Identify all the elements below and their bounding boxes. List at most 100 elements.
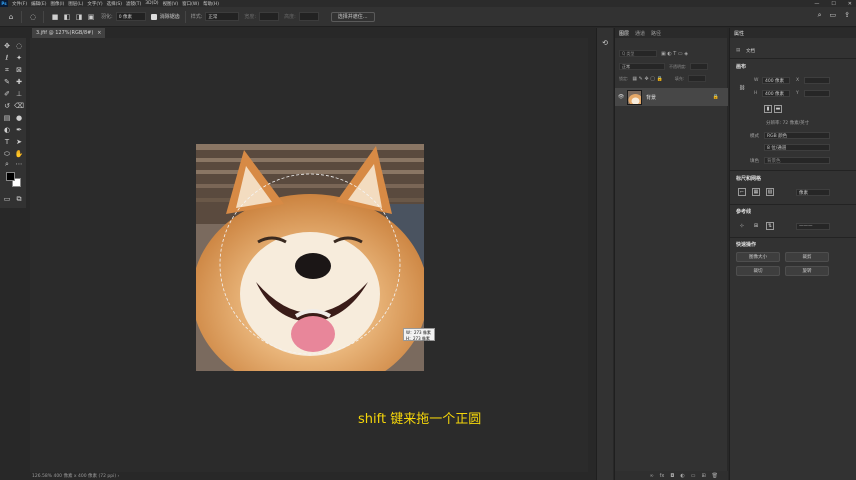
workspace-icon[interactable]: ▭ xyxy=(830,11,837,20)
menu-edit[interactable]: 编辑(E) xyxy=(31,1,46,7)
feather-input[interactable]: 0 像素 xyxy=(115,12,146,21)
image-size-button[interactable]: 图像大小 xyxy=(736,252,780,262)
menu-3d[interactable]: 3D(D) xyxy=(145,1,158,6)
ruler-icon[interactable]: ⌐ xyxy=(738,188,746,196)
tab-channels[interactable]: 通道 xyxy=(635,30,645,37)
menu-layer[interactable]: 图层(L) xyxy=(68,1,83,7)
healing-brush-tool-icon[interactable]: ✚ xyxy=(14,77,24,87)
canvas-width-input[interactable]: 400 像素 xyxy=(762,77,790,84)
smart-guides-icon[interactable]: ⇅ xyxy=(766,222,774,230)
fill-select[interactable]: 背景色 xyxy=(764,157,830,164)
guide-style-select[interactable]: ——— xyxy=(796,223,830,230)
ellipse-tool-icon[interactable]: ⬭ xyxy=(2,149,12,159)
blur-tool-icon[interactable]: ● xyxy=(14,113,24,123)
close-tab-icon[interactable]: × xyxy=(97,30,101,36)
maximize-button[interactable]: ☐ xyxy=(831,1,835,7)
new-layer-icon[interactable]: ⊞ xyxy=(701,473,705,479)
close-window-button[interactable]: ✕ xyxy=(848,1,852,7)
document-image[interactable] xyxy=(196,144,424,371)
new-group-icon[interactable]: ▭ xyxy=(691,473,696,479)
menu-file[interactable]: 文件(F) xyxy=(12,1,27,7)
y-input[interactable] xyxy=(804,90,830,97)
menu-select[interactable]: 选择(S) xyxy=(107,1,122,7)
dodge-tool-icon[interactable]: ◐ xyxy=(2,125,12,135)
add-to-selection-icon[interactable]: ◧ xyxy=(62,12,72,22)
quick-mask-icon[interactable]: ▭ xyxy=(2,194,12,204)
history-brush-tool-icon[interactable]: ↺ xyxy=(2,101,12,111)
style-select[interactable]: 正常 xyxy=(205,12,240,21)
screen-mode-icon[interactable]: ⧉ xyxy=(14,194,24,204)
quick-actions-section-title[interactable]: 快速操作 xyxy=(736,241,756,248)
magic-wand-tool-icon[interactable]: ✦ xyxy=(14,53,24,63)
crop-button[interactable]: 裁剪 xyxy=(785,252,829,262)
elliptical-marquee-tool-icon[interactable]: ◌ xyxy=(28,12,38,22)
select-and-mask-button[interactable]: 选择并遮住... xyxy=(330,11,375,22)
menu-view[interactable]: 视图(V) xyxy=(163,1,179,7)
fill-input[interactable] xyxy=(688,75,707,82)
marquee-tool-icon[interactable]: ◌ xyxy=(14,41,24,51)
fx-icon[interactable]: fx xyxy=(660,473,665,479)
delete-layer-icon[interactable]: 🗑 xyxy=(712,473,718,479)
more-tools-icon[interactable]: ⋯ xyxy=(14,159,24,169)
height-input[interactable] xyxy=(298,12,319,21)
path-selection-tool-icon[interactable]: ➤ xyxy=(14,137,24,147)
home-icon[interactable]: ⌂ xyxy=(6,12,16,22)
color-mode-select[interactable]: RGB 颜色 xyxy=(764,132,830,139)
rulers-grid-section-title[interactable]: 标尺和网格 xyxy=(736,175,761,182)
brush-tool-icon[interactable]: ✐ xyxy=(2,89,12,99)
width-input[interactable] xyxy=(259,12,280,21)
canvas-section-title[interactable]: 画布 xyxy=(736,63,746,70)
crop-tool-icon[interactable]: ⌗ xyxy=(2,65,12,75)
minimize-button[interactable]: — xyxy=(814,1,819,7)
guide-layout-icon[interactable]: ⊹ xyxy=(738,222,746,230)
share-icon[interactable]: ⇪ xyxy=(844,11,850,20)
trim-button[interactable]: 裁切 xyxy=(736,266,780,276)
link-dimensions-icon[interactable]: ⛓ xyxy=(738,84,746,92)
add-mask-icon[interactable]: ◘ xyxy=(670,473,674,479)
eraser-tool-icon[interactable]: ⌫ xyxy=(14,101,24,111)
x-input[interactable] xyxy=(804,77,830,84)
blend-mode-select[interactable]: 正常 xyxy=(619,63,665,70)
menu-help[interactable]: 帮助(H) xyxy=(203,1,219,7)
filter-icons[interactable]: ▣ ◐ T ▭ ◈ xyxy=(661,51,688,57)
adjustment-layer-icon[interactable]: ◐ xyxy=(680,473,684,479)
bit-depth-select[interactable]: 8 位/通道 xyxy=(764,144,830,151)
ruler-units-select[interactable]: 像素 xyxy=(796,189,830,196)
properties-title[interactable]: 属性 xyxy=(734,30,744,37)
hand-tool-icon[interactable]: ✋ xyxy=(14,149,24,159)
menu-type[interactable]: 文字(Y) xyxy=(87,1,102,7)
subtract-selection-icon[interactable]: ◨ xyxy=(74,12,84,22)
layer-filter-input[interactable]: Q 类型 xyxy=(619,50,657,57)
lock-icons[interactable]: ▦ ✎ ✥ ▢ 🔒 xyxy=(632,76,662,82)
opacity-input[interactable] xyxy=(690,63,709,70)
menu-filter[interactable]: 滤镜(T) xyxy=(126,1,141,7)
gradient-tool-icon[interactable]: ▤ xyxy=(2,113,12,123)
pixel-grid-icon[interactable]: ▧ xyxy=(766,188,774,196)
visibility-eye-icon[interactable]: 👁 xyxy=(615,94,627,100)
grid-icon[interactable]: ▦ xyxy=(752,188,760,196)
menu-window[interactable]: 窗口(W) xyxy=(182,1,199,7)
link-layers-icon[interactable]: ∞ xyxy=(649,473,653,479)
tab-layers[interactable]: 图层 xyxy=(619,30,629,37)
type-tool-icon[interactable]: T xyxy=(2,137,12,147)
antialias-checkbox[interactable] xyxy=(150,13,157,20)
history-panel-icon[interactable]: ⟲ xyxy=(600,38,610,48)
canvas-height-input[interactable]: 400 像素 xyxy=(762,90,790,97)
foreground-color-swatch[interactable] xyxy=(6,172,15,181)
eyedropper-tool-icon[interactable]: ✎ xyxy=(2,77,12,87)
guides-section-title[interactable]: 参考线 xyxy=(736,208,751,215)
landscape-orientation-icon[interactable]: ▬ xyxy=(774,105,782,113)
layer-row-background[interactable]: 👁 背景 🔒 xyxy=(615,88,728,106)
menu-image[interactable]: 图像(I) xyxy=(50,1,64,7)
frame-tool-icon[interactable]: ⊠ xyxy=(14,65,24,75)
zoom-tool-icon[interactable]: ⌕ xyxy=(2,159,12,169)
move-tool-icon[interactable]: ✥ xyxy=(2,41,12,51)
tab-paths[interactable]: 路径 xyxy=(651,30,661,37)
pen-tool-icon[interactable]: ✒ xyxy=(14,125,24,135)
document-tab[interactable]: 3.jfif @ 127%(RGB/8#) × xyxy=(32,28,106,38)
portrait-orientation-icon[interactable]: ▮ xyxy=(764,105,772,113)
rotate-button[interactable]: 旋转 xyxy=(785,266,829,276)
intersect-selection-icon[interactable]: ▣ xyxy=(86,12,96,22)
new-selection-icon[interactable]: ■ xyxy=(50,12,60,22)
search-icon[interactable]: ⌕ xyxy=(818,11,822,20)
